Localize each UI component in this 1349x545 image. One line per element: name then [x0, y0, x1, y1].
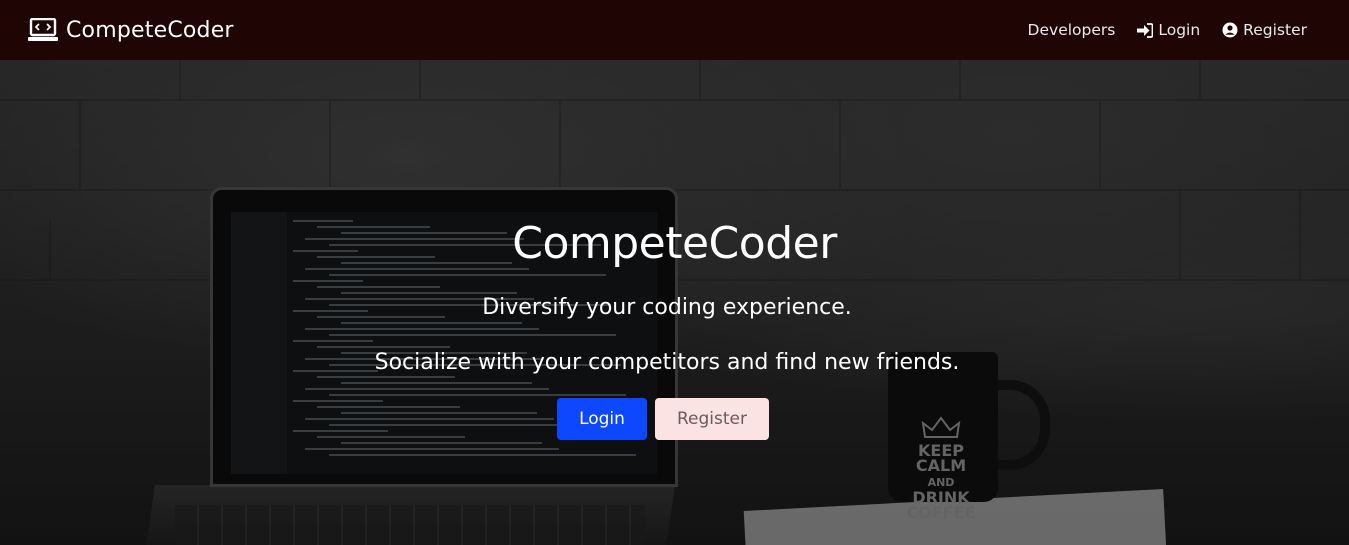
hero-description: Socialize with your competitors and find…: [374, 350, 960, 375]
register-button[interactable]: Register: [655, 398, 769, 440]
hero-section: KEEP CALM AND DRINK COFFEE CompeteCoder Dive…: [0, 60, 1349, 545]
nav-links: Developers Login Register: [1028, 21, 1307, 39]
nav-register-link[interactable]: Register: [1222, 21, 1307, 39]
hero-content: CompeteCoder Diversify your coding exper…: [0, 60, 1349, 545]
hero-title: CompeteCoder: [512, 218, 837, 269]
nav-login-link[interactable]: Login: [1137, 21, 1200, 39]
nav-register-label: Register: [1243, 21, 1307, 39]
laptop-code-icon: [28, 18, 58, 41]
brand-link[interactable]: CompeteCoder: [28, 18, 234, 43]
brand-name: CompeteCoder: [66, 17, 234, 43]
sign-in-icon: [1137, 22, 1154, 38]
user-circle-icon: [1222, 22, 1238, 38]
hero-tagline: Diversify your coding experience.: [482, 295, 852, 320]
navbar: CompeteCoder Developers Login Register: [0, 0, 1349, 60]
nav-developers-label: Developers: [1027, 21, 1116, 39]
nav-login-label: Login: [1158, 21, 1201, 39]
nav-developers-link[interactable]: Developers: [1028, 21, 1116, 39]
login-button[interactable]: Login: [557, 398, 647, 440]
